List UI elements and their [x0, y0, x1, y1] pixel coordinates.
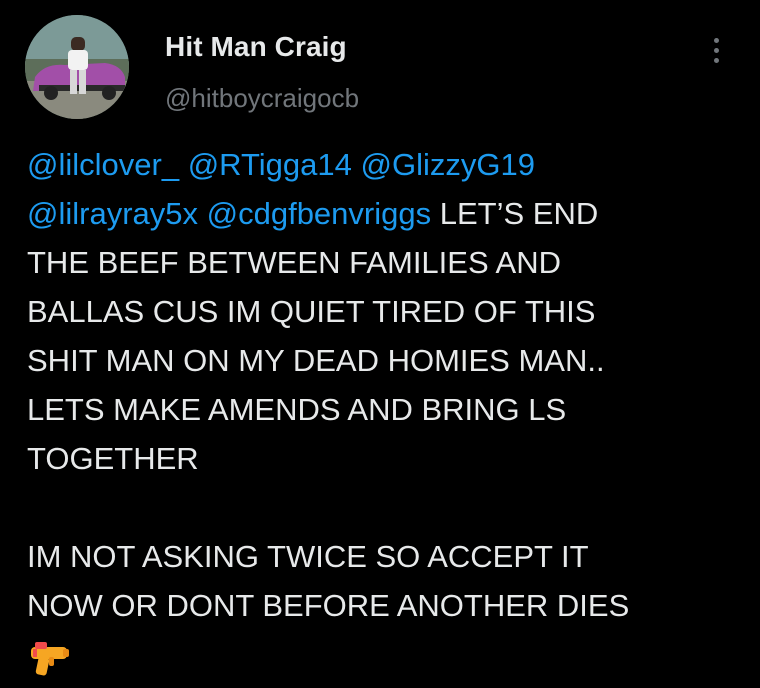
text-line: @lilclover_ @RTigga14 @GlizzyG19	[27, 140, 747, 189]
emoji-line	[27, 630, 747, 679]
avatar-image	[25, 15, 129, 119]
more-dot-icon	[714, 58, 719, 63]
author-name[interactable]: Hit Man Craig	[165, 31, 347, 63]
tweet-text: @lilclover_ @RTigga14 @GlizzyG19 @lilray…	[27, 140, 747, 679]
mention-link[interactable]: @lilrayray5x	[27, 196, 198, 231]
text-line: IM NOT ASKING TWICE SO ACCEPT IT	[27, 539, 589, 574]
more-dot-icon	[714, 48, 719, 53]
text-line: THE BEEF BETWEEN FAMILIES AND	[27, 245, 561, 280]
text-segment: LET’S END	[439, 196, 599, 231]
text-line: SHIT MAN ON MY DEAD HOMIES MAN..	[27, 343, 605, 378]
text-line: @lilrayray5x @cdgfbenvriggs LET’S END	[27, 189, 747, 238]
mention-link[interactable]: @cdgfbenvriggs	[207, 196, 431, 231]
tweet: Hit Man Craig @hitboycraigocb @lilclover…	[0, 0, 760, 688]
mention-link[interactable]: @lilclover_	[27, 147, 179, 182]
text-line: NOW OR DONT BEFORE ANOTHER DIES	[27, 588, 630, 623]
more-options-button[interactable]	[700, 30, 734, 70]
avatar[interactable]	[25, 15, 129, 119]
text-line: TOGETHER	[27, 441, 199, 476]
more-dot-icon	[714, 38, 719, 43]
mention-link[interactable]: @RTigga14	[188, 147, 352, 182]
text-line: BALLAS CUS IM QUIET TIRED OF THIS	[27, 294, 596, 329]
mention-link[interactable]: @GlizzyG19	[361, 147, 535, 182]
text-line: LETS MAKE AMENDS AND BRING LS	[27, 392, 567, 427]
water-pistol-icon	[31, 641, 69, 676]
author-handle[interactable]: @hitboycraigocb	[165, 83, 359, 114]
